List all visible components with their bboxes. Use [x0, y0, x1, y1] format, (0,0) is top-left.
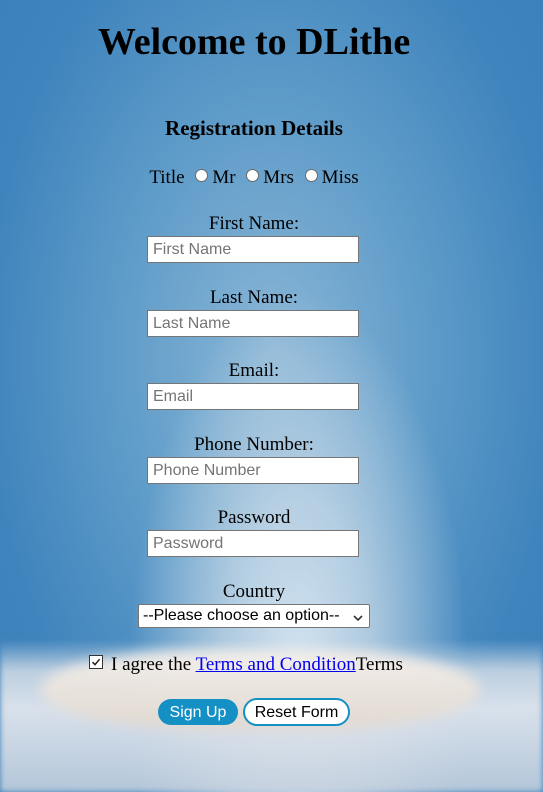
- radio-mr[interactable]: [195, 169, 209, 182]
- phone-input[interactable]: [147, 457, 359, 484]
- email-input[interactable]: [147, 383, 359, 410]
- title-label: Title: [149, 167, 185, 188]
- title-radio-group: Title Mr Mrs Miss: [0, 166, 508, 190]
- country-label: Country: [222, 581, 286, 602]
- radio-label-miss: Miss: [321, 167, 359, 188]
- checkmark-icon: [91, 658, 101, 666]
- password-input[interactable]: [147, 530, 359, 557]
- country-selected-value: --Please choose an option--: [143, 607, 340, 624]
- terms-row: I agree the Terms and ConditionTerms: [89, 653, 403, 677]
- sign-up-button[interactable]: Sign Up: [158, 699, 238, 725]
- radio-label-mrs: Mrs: [263, 167, 294, 188]
- page-title: Welcome to DLithe: [97, 21, 411, 63]
- reset-form-button[interactable]: Reset Form: [243, 698, 350, 726]
- chevron-down-icon: [352, 609, 364, 622]
- form-heading: Registration Details: [165, 116, 343, 140]
- radio-miss[interactable]: [304, 169, 318, 182]
- radio-mrs[interactable]: [246, 169, 260, 182]
- terms-prefix: I agree the: [111, 654, 196, 675]
- terms-suffix: Terms: [355, 654, 403, 675]
- terms-checkbox[interactable]: [89, 655, 103, 669]
- terms-link[interactable]: Terms and Condition: [196, 654, 356, 675]
- email-label: Email:: [228, 360, 280, 381]
- password-label: Password: [217, 507, 291, 528]
- first-name-input[interactable]: [147, 236, 359, 263]
- last-name-label: Last Name:: [209, 287, 299, 308]
- phone-label: Phone Number:: [194, 434, 314, 455]
- country-select[interactable]: --Please choose an option--: [138, 604, 370, 628]
- first-name-label: First Name:: [208, 213, 300, 234]
- last-name-input[interactable]: [147, 310, 359, 337]
- radio-label-mr: Mr: [212, 167, 236, 188]
